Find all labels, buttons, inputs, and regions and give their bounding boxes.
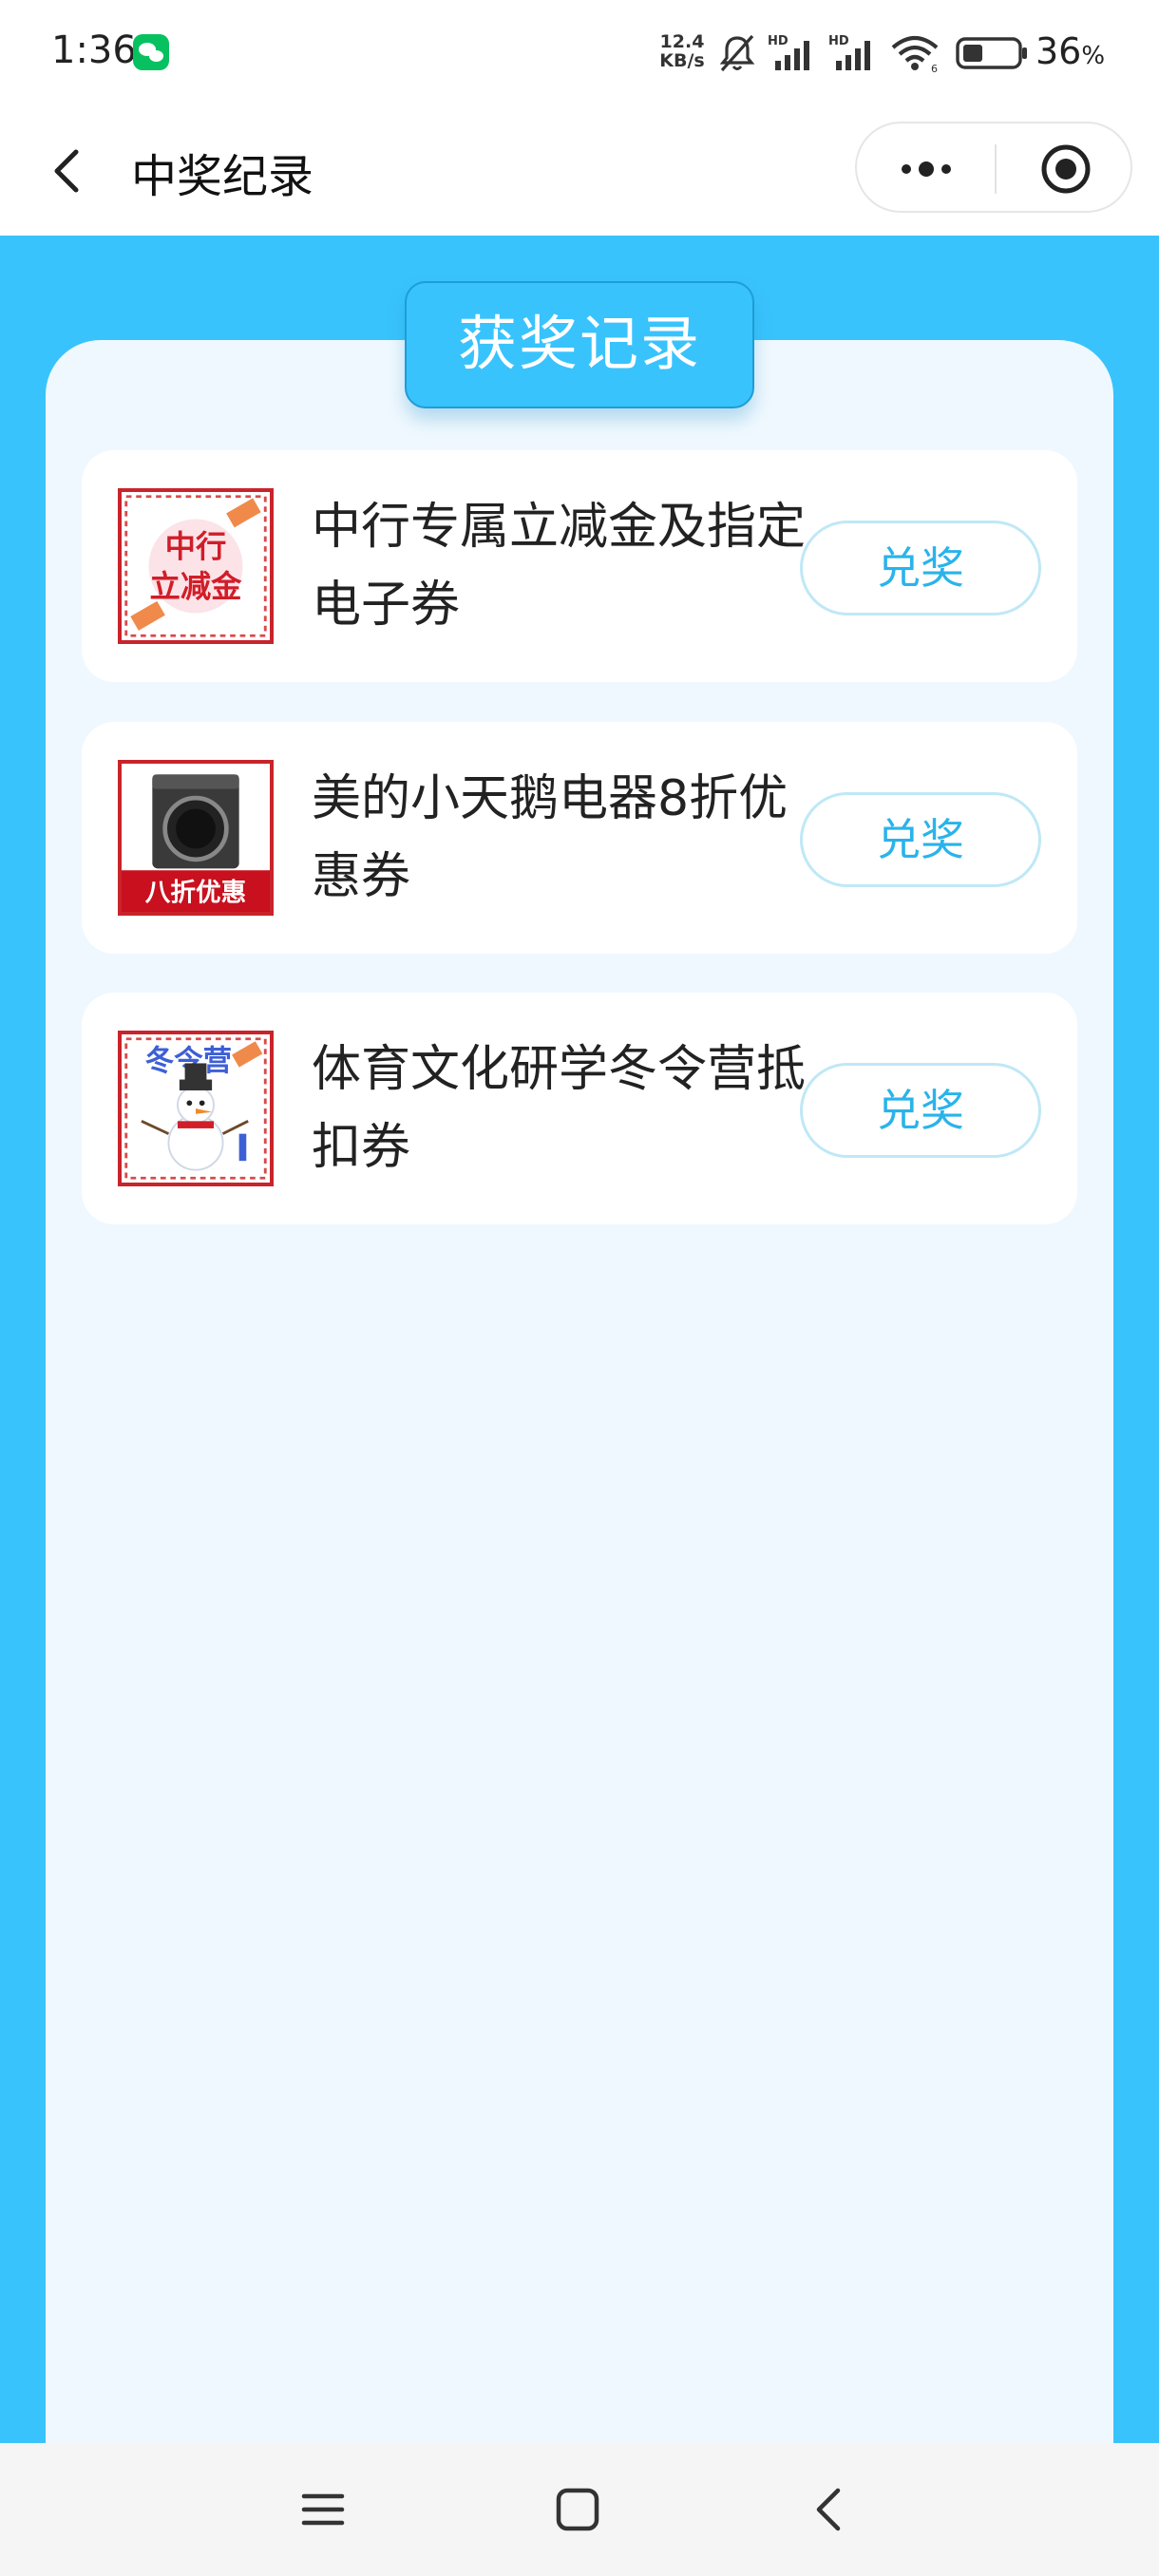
navigation-bar: 中奖纪录 [0, 106, 1159, 236]
system-navigation-bar [0, 2443, 1159, 2576]
back-icon[interactable] [804, 2483, 857, 2536]
menu-icon[interactable] [296, 2483, 350, 2536]
signal-hd-icon-2: HD [828, 34, 870, 70]
more-options-icon[interactable] [893, 150, 960, 188]
prize-name: 美的小天鹅电器8折优惠券 [312, 770, 788, 905]
wechat-notification-icon [133, 34, 169, 70]
thumb-text-line-1: 中行 [165, 528, 227, 564]
thumb-text: 八折优惠 [145, 879, 247, 908]
network-speed-unit: KB/s [659, 50, 705, 71]
battery-icon [956, 37, 1027, 69]
wifi-icon: 6 [891, 35, 939, 74]
battery-percentage: 36% [1036, 30, 1105, 72]
svg-text:HD: HD [828, 34, 849, 48]
winter-camp-coupon-image: 冬令营 [122, 1034, 270, 1183]
prize-card: 八折优惠 美的小天鹅电器8折优惠券 兑奖 [82, 722, 1077, 954]
svg-text:HD: HD [768, 34, 788, 48]
mute-bell-icon [719, 34, 755, 72]
redeem-button[interactable]: 兑奖 [800, 792, 1041, 887]
battery-percentage-unit: % [1081, 42, 1106, 70]
prize-thumbnail: 中行 立减金 [118, 488, 274, 644]
close-mini-program-icon[interactable] [1039, 142, 1092, 196]
battery-percentage-value: 36 [1036, 30, 1082, 72]
back-arrow-icon[interactable] [42, 142, 99, 199]
capsule-divider [995, 144, 997, 194]
washing-machine-coupon-image: 八折优惠 [122, 764, 270, 912]
svg-text:6: 6 [931, 63, 938, 74]
status-bar: 1:36 12.4 KB/s HD HD 6 36% [0, 0, 1159, 106]
page-title: 中奖纪录 [131, 150, 314, 203]
prize-name: 体育文化研学冬令营抵扣券 [312, 1041, 807, 1176]
prize-card: 中行 立减金 中行专属立减金及指定电子券 兑奖 [82, 450, 1077, 682]
prize-name: 中行专属立减金及指定电子券 [312, 499, 807, 634]
network-speed-value: 12.4 [659, 31, 705, 52]
prize-thumbnail: 八折优惠 [118, 760, 274, 916]
home-icon[interactable] [551, 2483, 604, 2536]
status-time: 1:36 [51, 28, 137, 72]
signal-hd-icon-1: HD [768, 34, 809, 70]
records-header-badge: 获奖记录 [405, 281, 754, 408]
prize-thumbnail: 冬令营 [118, 1031, 274, 1186]
bank-coupon-image: 中行 立减金 [122, 492, 270, 640]
mini-program-capsule [855, 122, 1132, 213]
redeem-button[interactable]: 兑奖 [800, 1063, 1041, 1158]
thumb-text-line-2: 立减金 [150, 568, 243, 604]
prize-card: 冬令营 体育文化研学冬令营抵扣券 兑奖 [82, 993, 1077, 1224]
redeem-button[interactable]: 兑奖 [800, 521, 1041, 616]
network-speed: 12.4 KB/s [656, 32, 709, 70]
